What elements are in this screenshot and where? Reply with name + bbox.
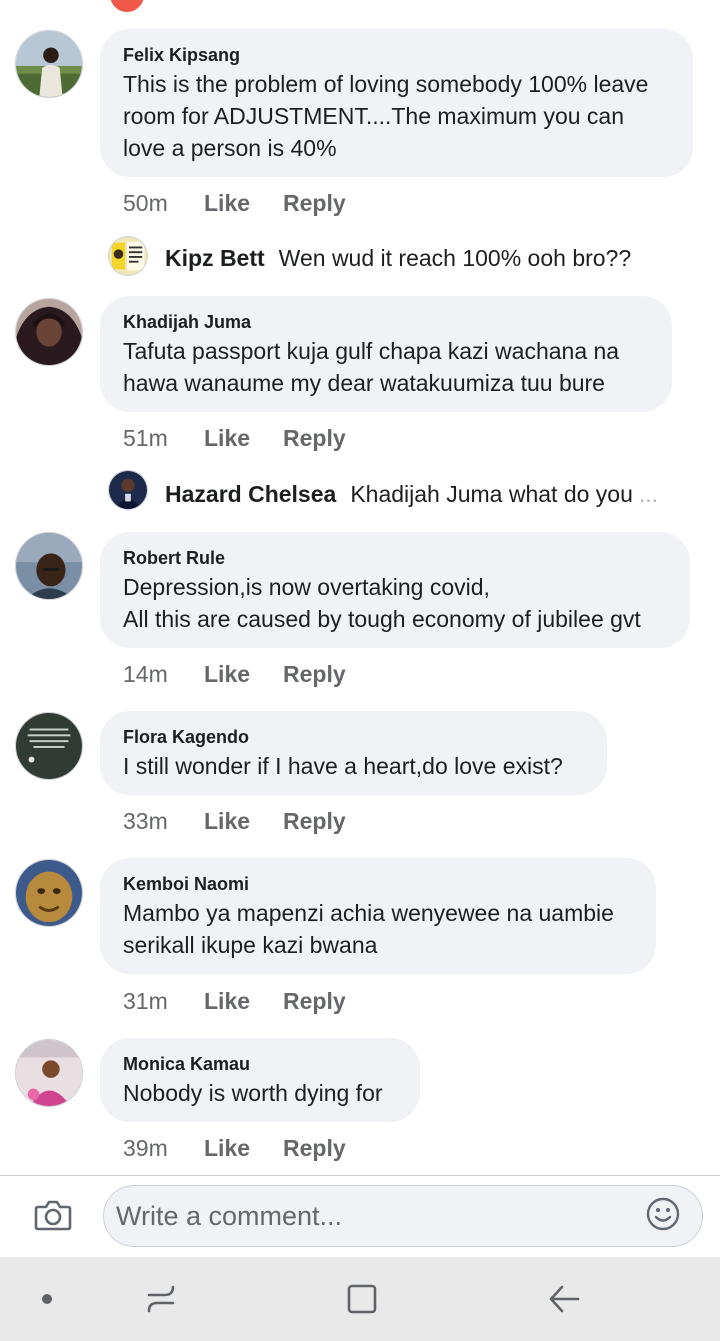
reply-button[interactable]: Reply	[283, 190, 346, 217]
comment-author[interactable]: Felix Kipsang	[123, 44, 671, 66]
system-navigation-bar	[0, 1257, 720, 1341]
comments-screen: Felix Kipsang This is the problem of lov…	[0, 0, 720, 1341]
reply-button[interactable]: Reply	[283, 661, 346, 688]
comment-line: All this are caused by tough economy of …	[123, 606, 641, 632]
like-button[interactable]: Like	[204, 190, 283, 217]
comment-line: I still wonder if I have a heart,do love…	[123, 753, 563, 779]
comment-actions: 31m Like Reply	[123, 988, 346, 1015]
comment-line: love a person is 40%	[123, 135, 337, 161]
comment-text: This is the problem of loving somebody 1…	[123, 68, 671, 164]
comment-text: Depression,is now overtaking covid, All …	[123, 571, 668, 635]
profile-photo	[16, 713, 82, 779]
like-button[interactable]: Like	[204, 808, 283, 835]
like-button[interactable]: Like	[204, 425, 283, 452]
comment-line: Depression,is now overtaking covid,	[123, 574, 490, 600]
like-button[interactable]: Like	[204, 661, 283, 688]
avatar[interactable]	[15, 532, 83, 600]
reply-preview[interactable]: Kipz Bett Wen wud it reach 100% ooh bro?…	[165, 245, 631, 272]
comment-timestamp: 39m	[123, 1135, 168, 1161]
like-button[interactable]: Like	[204, 1135, 283, 1162]
comment-bubble[interactable]: Felix Kipsang This is the problem of lov…	[100, 29, 693, 177]
reply-avatar[interactable]	[108, 236, 148, 276]
comment-actions: 51m Like Reply	[123, 425, 346, 452]
comment-actions: 39m Like Reply	[123, 1135, 346, 1162]
comment-bubble[interactable]: Monica Kamau Nobody is worth dying for	[100, 1038, 420, 1122]
comment-line: Nobody is worth dying for	[123, 1080, 383, 1106]
comment-author[interactable]: Robert Rule	[123, 547, 668, 569]
comment-author[interactable]: Flora Kagendo	[123, 726, 585, 748]
comment-author[interactable]: Monica Kamau	[123, 1053, 398, 1075]
reply-button[interactable]: Reply	[283, 425, 346, 452]
comment-bubble[interactable]: Kemboi Naomi Mambo ya mapenzi achia weny…	[100, 858, 656, 974]
comment-line: Mambo ya mapenzi achia wenyewee na uambi…	[123, 900, 614, 926]
reply-author[interactable]: Kipz Bett	[165, 245, 265, 272]
truncation-ellipsis: ...	[638, 481, 659, 507]
comment-line: room for ADJUSTMENT....The maximum you c…	[123, 103, 625, 129]
comment-bubble[interactable]: Robert Rule Depression,is now overtaking…	[100, 532, 690, 648]
avatar[interactable]	[15, 859, 83, 927]
cutoff-reply-avatar[interactable]	[110, 0, 144, 12]
profile-photo	[16, 860, 82, 926]
profile-photo	[16, 31, 82, 97]
avatar[interactable]	[15, 712, 83, 780]
comment-timestamp: 31m	[123, 988, 168, 1014]
profile-photo	[16, 299, 82, 365]
comment-line: This is the problem of loving somebody 1…	[123, 71, 649, 97]
comment-author[interactable]: Kemboi Naomi	[123, 873, 634, 895]
profile-photo	[16, 1040, 82, 1106]
comment-text: I still wonder if I have a heart,do love…	[123, 750, 585, 782]
reply-author[interactable]: Hazard Chelsea	[165, 481, 336, 508]
reply-avatar[interactable]	[108, 470, 148, 510]
comment-line: hawa wanaume my dear watakuumiza tuu bur…	[123, 370, 605, 396]
avatar[interactable]	[15, 30, 83, 98]
comment-actions: 14m Like Reply	[123, 661, 346, 688]
comment-text: Nobody is worth dying for	[123, 1077, 398, 1109]
recent-apps-icon[interactable]	[145, 1283, 177, 1315]
comment-timestamp: 14m	[123, 661, 168, 687]
camera-icon[interactable]	[33, 1195, 73, 1235]
comment-actions: 50m Like Reply	[123, 190, 346, 217]
like-button[interactable]: Like	[204, 988, 283, 1015]
comment-author[interactable]: Khadijah Juma	[123, 311, 650, 333]
comment-bubble[interactable]: Khadijah Juma Tafuta passport kuja gulf …	[100, 296, 672, 412]
reply-button[interactable]: Reply	[283, 988, 346, 1015]
avatar[interactable]	[15, 298, 83, 366]
profile-photo	[109, 471, 147, 509]
comment-input[interactable]	[103, 1185, 703, 1247]
comment-line: serikall ikupe kazi bwana	[123, 932, 378, 958]
dot-icon[interactable]	[42, 1294, 52, 1304]
avatar[interactable]	[15, 1039, 83, 1107]
comment-bubble[interactable]: Flora Kagendo I still wonder if I have a…	[100, 711, 607, 795]
comment-timestamp: 33m	[123, 808, 168, 834]
profile-photo	[109, 237, 147, 275]
profile-photo	[16, 533, 82, 599]
reply-text: Wen wud it reach 100% ooh bro??	[278, 245, 632, 271]
smiley-icon[interactable]	[645, 1196, 681, 1232]
reply-text: Khadijah Juma what do you	[350, 481, 633, 507]
back-arrow-icon[interactable]	[548, 1283, 580, 1315]
comment-composer	[0, 1176, 720, 1257]
comment-timestamp: 51m	[123, 425, 168, 451]
comment-text: Tafuta passport kuja gulf chapa kazi wac…	[123, 335, 650, 399]
reply-preview[interactable]: Hazard Chelsea Khadijah Juma what do you…	[165, 481, 658, 508]
home-square-icon[interactable]	[346, 1283, 378, 1315]
comment-timestamp: 50m	[123, 190, 168, 216]
reply-button[interactable]: Reply	[283, 808, 346, 835]
comment-actions: 33m Like Reply	[123, 808, 346, 835]
comment-text: Mambo ya mapenzi achia wenyewee na uambi…	[123, 897, 634, 961]
comment-line: Tafuta passport kuja gulf chapa kazi wac…	[123, 338, 620, 364]
reply-button[interactable]: Reply	[283, 1135, 346, 1162]
